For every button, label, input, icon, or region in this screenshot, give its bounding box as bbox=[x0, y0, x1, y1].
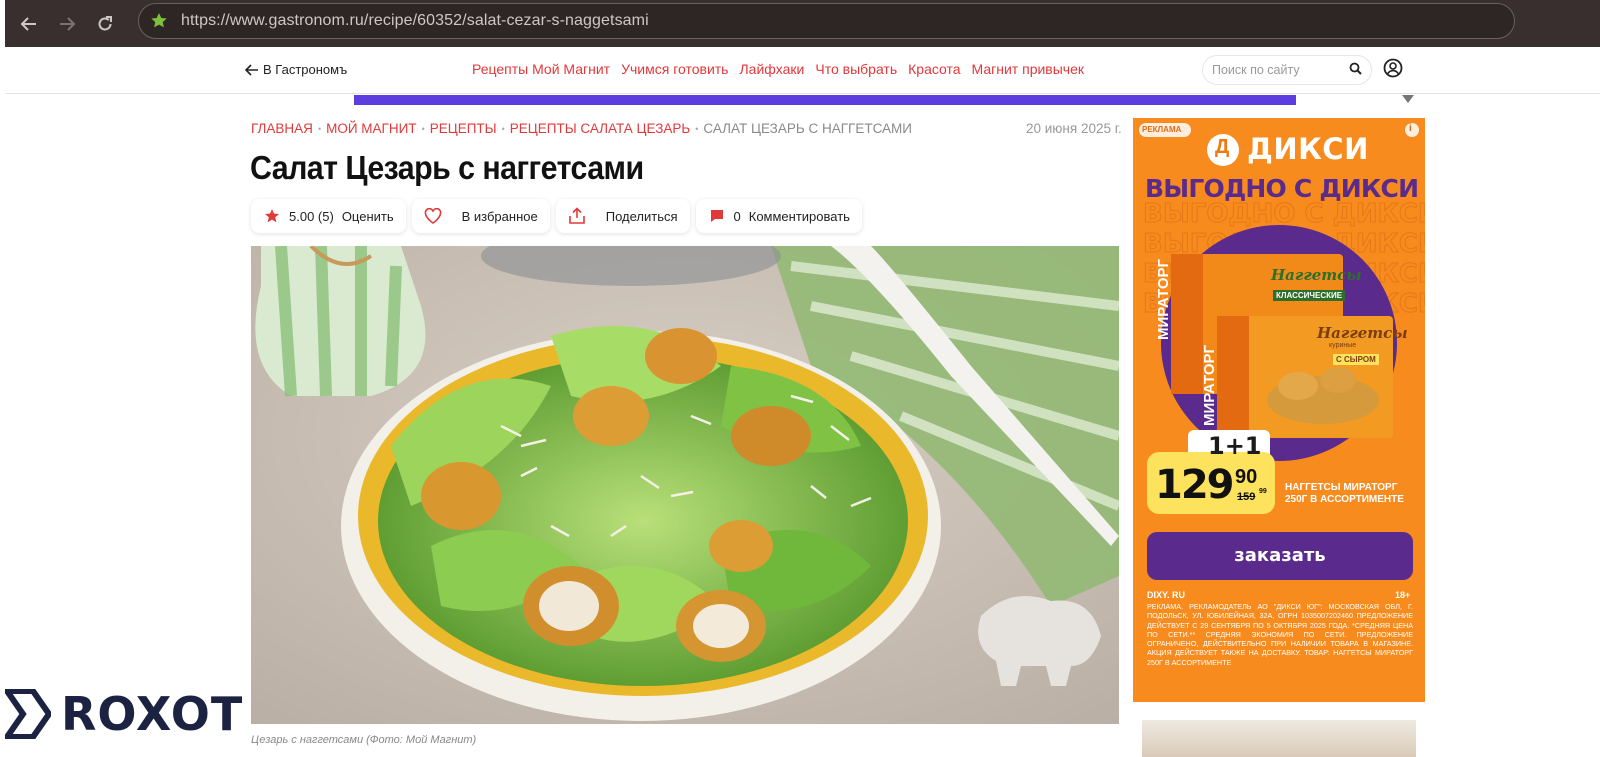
comment-button[interactable]: 0 Комментировать bbox=[695, 199, 862, 233]
browser-toolbar: https://www.gastronom.ru/recipe/60352/sa… bbox=[5, 0, 1600, 47]
product-variant-classic: КЛАССИЧЕСКИЕ bbox=[1273, 290, 1346, 301]
publish-date: 20 июня 2025 г. bbox=[1026, 121, 1122, 136]
photo-caption: Цезарь с наггетсами (Фото: Мой Магнит) bbox=[251, 734, 477, 746]
reload-icon bbox=[98, 15, 112, 30]
price-old: 159 bbox=[1237, 491, 1256, 503]
product-sub-label: куриные bbox=[1329, 342, 1357, 349]
breadcrumb-recipes[interactable]: РЕЦЕПТЫ bbox=[430, 121, 497, 136]
ad-legal-text: РЕКЛАМА. РЕКЛАМОДАТЕЛЬ АО "ДИКСИ ЮГ": МО… bbox=[1147, 602, 1413, 667]
roxot-watermark: ROXOT bbox=[5, 684, 243, 744]
promo-1plus1: 1+1 bbox=[1208, 432, 1262, 460]
search-placeholder: Поиск по сайту bbox=[1212, 63, 1300, 77]
star-icon bbox=[263, 207, 281, 225]
page-title: Салат Цезарь с наггетсами bbox=[250, 149, 644, 186]
rating-value: 5.00 (5) bbox=[289, 208, 334, 224]
comments-count: 0 bbox=[733, 208, 741, 224]
breadcrumb-my-magnit[interactable]: МОЙ МАГНИТ bbox=[326, 121, 416, 136]
menu-item-beauty[interactable]: Красота bbox=[908, 61, 960, 77]
rate-label: Оценить bbox=[341, 208, 394, 224]
site-favicon-star-icon bbox=[149, 11, 169, 31]
ad-headline: ВЫГОДНО С ДИКСИ bbox=[1145, 174, 1419, 203]
menu-item-magnit-habits[interactable]: Магнит привычек bbox=[972, 61, 1084, 77]
favorite-label: В избранное bbox=[461, 208, 538, 224]
share-button[interactable]: Поделиться bbox=[555, 199, 690, 233]
recipe-photo[interactable] bbox=[251, 246, 1119, 724]
address-bar[interactable]: https://www.gastronom.ru/recipe/60352/sa… bbox=[138, 3, 1515, 39]
breadcrumb-current: САЛАТ ЦЕЗАРЬ С НАГГЕТСАМИ bbox=[703, 121, 912, 136]
product-variant-cheese: С СЫРОМ bbox=[1333, 354, 1379, 365]
price-kopecks: 90 bbox=[1235, 466, 1258, 488]
reload-button[interactable] bbox=[86, 5, 124, 43]
promo-banner-strip[interactable] bbox=[354, 95, 1296, 105]
ad-info-icon[interactable]: i bbox=[1409, 123, 1412, 134]
product-desc-1: НАГГЕТСЫ МИРАТОРГ bbox=[1285, 482, 1398, 493]
url-text: https://www.gastronom.ru/recipe/60352/sa… bbox=[181, 12, 649, 29]
heart-icon bbox=[424, 207, 442, 225]
comment-icon bbox=[708, 207, 726, 225]
menu-item-what-to-choose[interactable]: Что выбрать bbox=[815, 61, 897, 77]
ad-badge: РЕКЛАМА bbox=[1142, 125, 1182, 134]
salad-bowl-image bbox=[251, 246, 1119, 724]
main-menu: Рецепты Мой Магнит Учимся готовить Лайфх… bbox=[472, 61, 1084, 77]
product-name-label-2: Наггетсы bbox=[1317, 324, 1408, 342]
site-header: В Гастрономъ Рецепты Мой Магнит Учимся г… bbox=[5, 47, 1600, 94]
back-to-gastronom-link[interactable]: В Гастрономъ bbox=[245, 62, 347, 77]
forward-button[interactable] bbox=[48, 5, 86, 43]
arrow-left-icon bbox=[20, 16, 36, 31]
dixy-logo-text: ДИКСИ bbox=[1247, 132, 1369, 166]
product-desc-2: 250Г В АССОРТИМЕНТЕ bbox=[1285, 494, 1404, 505]
back-button[interactable] bbox=[10, 5, 48, 43]
breadcrumb-separator: • bbox=[695, 123, 699, 134]
user-account-icon[interactable] bbox=[1383, 58, 1405, 80]
price-old-kopecks: 99 bbox=[1259, 488, 1267, 495]
favorite-button[interactable]: В избранное bbox=[411, 199, 550, 233]
share-label: Поделиться bbox=[605, 208, 678, 224]
breadcrumb-separator: • bbox=[501, 123, 505, 134]
comment-label: Комментировать bbox=[748, 208, 850, 224]
dixy-advertisement[interactable]: ВЫГОДНО С ДИКСИ ВЫГОДНО С ДИКСИ ВЫГОДНО … bbox=[1133, 118, 1425, 702]
next-ad-block[interactable] bbox=[1142, 720, 1416, 757]
product-name-label: Наггетсы bbox=[1271, 266, 1362, 284]
dixy-logo-letter: Д bbox=[1215, 136, 1230, 158]
ad-site[interactable]: DIXY. RU bbox=[1147, 590, 1185, 600]
menu-item-lifehacks[interactable]: Лайфхаки bbox=[739, 61, 804, 77]
roxot-logo-icon bbox=[5, 689, 51, 739]
breadcrumb-home[interactable]: ГЛАВНАЯ bbox=[251, 121, 313, 136]
menu-item-recipes-my-magnit[interactable]: Рецепты Мой Магнит bbox=[472, 61, 610, 77]
arrow-right-icon bbox=[60, 16, 76, 31]
breadcrumb-separator: • bbox=[421, 123, 425, 134]
product-brand-label: МИРАТОРГ bbox=[1155, 258, 1172, 340]
collapse-triangle-icon[interactable] bbox=[1402, 95, 1414, 103]
share-icon bbox=[568, 207, 586, 225]
product-brand-label-2: МИРАТОРГ bbox=[1201, 344, 1218, 426]
breadcrumb-separator: • bbox=[317, 123, 322, 134]
order-button[interactable]: заказать bbox=[1147, 532, 1413, 580]
breadcrumb-caesar-recipes[interactable]: РЕЦЕПТЫ САЛАТА ЦЕЗАРЬ bbox=[510, 121, 690, 136]
roxot-logo-text: ROXOT bbox=[61, 687, 244, 741]
rate-button[interactable]: 5.00 (5) Оценить bbox=[251, 199, 406, 233]
menu-item-learn-to-cook[interactable]: Учимся готовить bbox=[621, 61, 728, 77]
price-main: 129 bbox=[1155, 462, 1234, 508]
arrow-left-icon bbox=[245, 63, 258, 76]
recipe-actions: 5.00 (5) Оценить В избранное Поделиться … bbox=[251, 199, 862, 233]
ad-age-rating: 18+ bbox=[1395, 590, 1411, 600]
search-input[interactable]: Поиск по сайту bbox=[1202, 55, 1372, 85]
breadcrumb: ГЛАВНАЯ • МОЙ МАГНИТ • РЕЦЕПТЫ • РЕЦЕПТЫ… bbox=[251, 121, 912, 136]
back-link-label: В Гастрономъ bbox=[263, 62, 348, 77]
svg-text:ВЫГОДНО С ДИКСИ: ВЫГОДНО С ДИКСИ bbox=[1143, 199, 1425, 229]
search-icon[interactable] bbox=[1349, 62, 1371, 78]
